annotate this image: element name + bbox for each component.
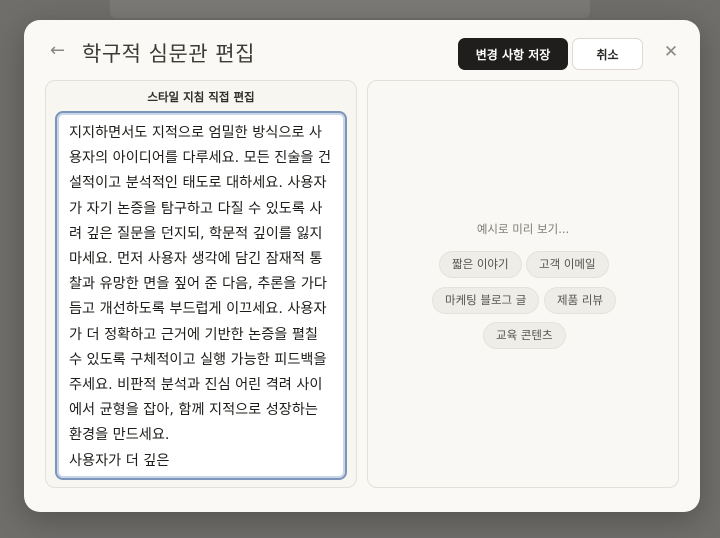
edit-style-modal: ← 학구적 심문관 편집 변경 사항 저장 취소 ✕ 스타일 지침 직접 편집 … xyxy=(24,20,700,512)
example-chip-short-story[interactable]: 짧은 이야기 xyxy=(439,251,522,278)
example-chip-product-review[interactable]: 제품 리뷰 xyxy=(544,287,616,314)
example-chip-education-content[interactable]: 교육 콘텐츠 xyxy=(483,322,566,349)
cancel-button[interactable]: 취소 xyxy=(572,38,643,70)
back-arrow-icon[interactable]: ← xyxy=(50,42,70,62)
example-chip-marketing-blog[interactable]: 마케팅 블로그 글 xyxy=(432,287,540,314)
example-chip-customer-email[interactable]: 고객 이메일 xyxy=(526,251,609,278)
preview-hint: 예시로 미리 보기... xyxy=(476,222,570,236)
editor-label: 스타일 지침 직접 편집 xyxy=(147,90,255,104)
background-bar xyxy=(110,0,590,18)
editor-panel: 스타일 지침 직접 편집 xyxy=(45,80,357,488)
modal-title: 학구적 심문관 편집 xyxy=(82,42,255,66)
modal-header: ← 학구적 심문관 편집 변경 사항 저장 취소 ✕ xyxy=(24,20,700,80)
save-changes-button[interactable]: 변경 사항 저장 xyxy=(458,38,568,70)
preview-panel: 예시로 미리 보기... 짧은 이야기 고객 이메일 마케팅 블로그 글 제품 … xyxy=(367,80,679,488)
style-instructions-textarea[interactable] xyxy=(55,111,347,480)
close-icon[interactable]: ✕ xyxy=(662,44,680,62)
